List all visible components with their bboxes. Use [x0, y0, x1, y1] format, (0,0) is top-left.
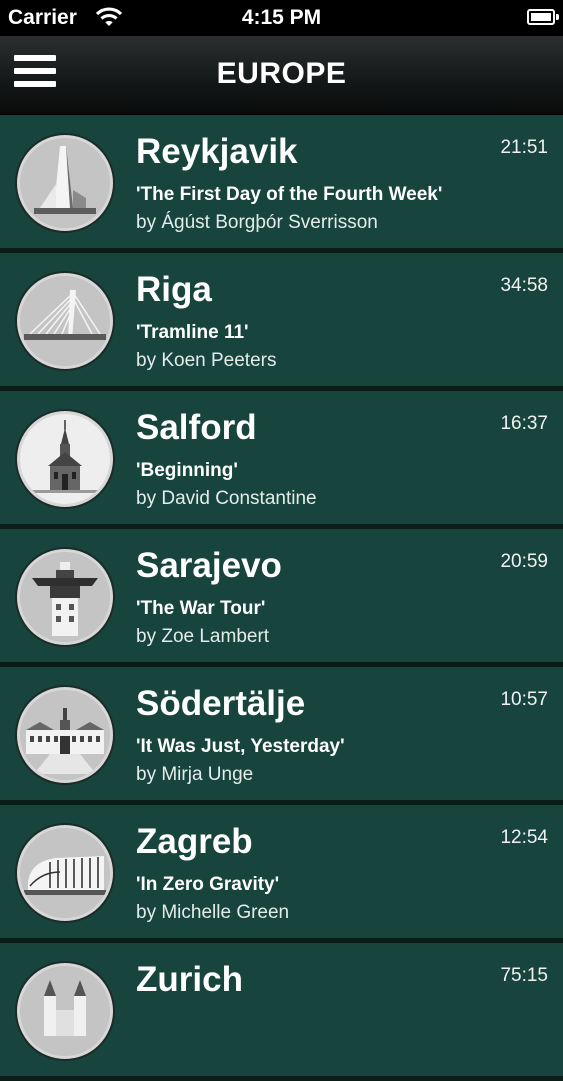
list-item-salford[interactable]: Salford 'Beginning' by David Constantine… — [0, 391, 563, 529]
list-item-zurich[interactable]: Zurich 75:15 — [0, 943, 563, 1081]
story-title: 'It Was Just, Yesterday' — [136, 736, 345, 757]
story-duration: 21:51 — [500, 137, 548, 158]
church-tower-icon — [17, 135, 113, 231]
city-name: Salford — [136, 408, 257, 447]
story-duration: 12:54 — [500, 827, 548, 848]
list-item-sodertalje[interactable]: Södertälje 'It Was Just, Yesterday' by M… — [0, 667, 563, 805]
list-item-zagreb[interactable]: Zagreb 'In Zero Gravity' by Michelle Gre… — [0, 805, 563, 943]
story-list: Reykjavik 'The First Day of the Fourth W… — [0, 115, 563, 1081]
story-title: 'The War Tour' — [136, 598, 266, 619]
story-duration: 10:57 — [500, 689, 548, 710]
story-duration: 75:15 — [500, 965, 548, 986]
city-name: Zurich — [136, 960, 243, 999]
story-author: by Koen Peeters — [136, 350, 277, 371]
story-title: 'The First Day of the Fourth Week' — [136, 184, 443, 205]
status-bar: Carrier 4:15 PM — [0, 0, 563, 36]
list-item-reykjavik[interactable]: Reykjavik 'The First Day of the Fourth W… — [0, 115, 563, 253]
city-name: Södertälje — [136, 684, 306, 723]
story-author: by Ágúst Borgþór Sverrisson — [136, 212, 378, 233]
cable-bridge-icon — [17, 273, 113, 369]
clock: 4:15 PM — [241, 6, 322, 29]
story-title: 'Beginning' — [136, 460, 238, 481]
story-title: 'Tramline 11' — [136, 322, 249, 343]
story-title: 'In Zero Gravity' — [136, 874, 280, 895]
battery-icon — [527, 9, 559, 25]
city-name: Reykjavik — [136, 132, 298, 171]
chapel-icon — [17, 411, 113, 507]
arena-icon — [17, 825, 113, 921]
palace-icon — [17, 687, 113, 783]
story-author: by Zoe Lambert — [136, 626, 270, 647]
tower-icon — [17, 549, 113, 645]
story-author: by David Constantine — [136, 488, 317, 509]
story-author: by Mirja Unge — [136, 764, 254, 785]
city-name: Sarajevo — [136, 546, 282, 585]
story-duration: 34:58 — [500, 275, 548, 296]
story-duration: 16:37 — [500, 413, 548, 434]
city-name: Riga — [136, 270, 212, 309]
list-item-riga[interactable]: Riga 'Tramline 11' by Koen Peeters 34:58 — [0, 253, 563, 391]
story-author: by Michelle Green — [136, 902, 290, 923]
story-duration: 20:59 — [500, 551, 548, 572]
cathedral-icon — [17, 963, 113, 1059]
nav-bar: EUROPE — [0, 36, 563, 115]
list-item-sarajevo[interactable]: Sarajevo 'The War Tour' by Zoe Lambert 2… — [0, 529, 563, 667]
page-title: EUROPE — [216, 57, 347, 90]
city-name: Zagreb — [136, 822, 253, 861]
